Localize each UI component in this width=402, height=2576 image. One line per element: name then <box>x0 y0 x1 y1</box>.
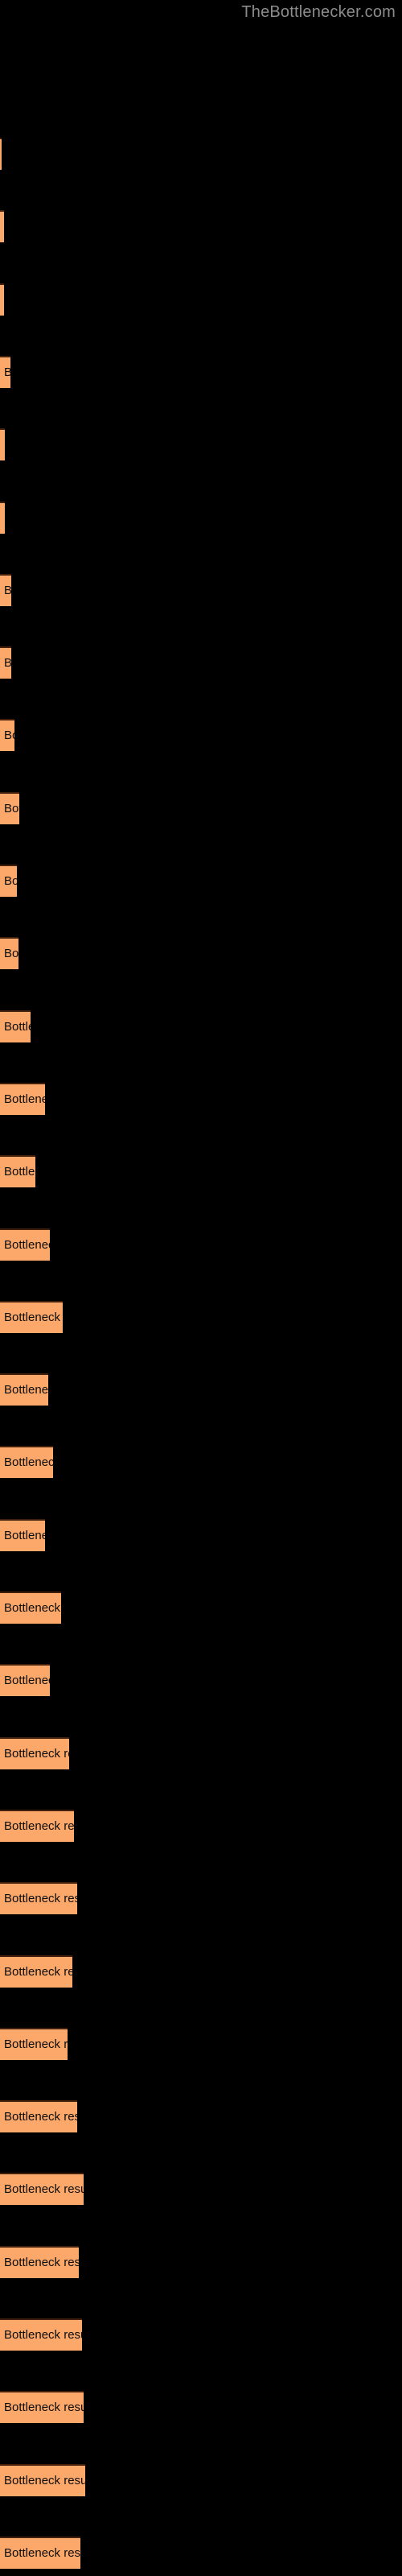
bar-label: Bottleneck result <box>4 1092 45 1106</box>
bar-label: Bottleneck result <box>4 1965 72 1979</box>
bar: Bottleneck result <box>0 283 4 316</box>
bar: Bottleneck result <box>0 1591 61 1624</box>
bar: Bottleneck result <box>0 719 14 751</box>
bar-label: Bottleneck result <box>4 1238 50 1252</box>
bar: Bottleneck result <box>0 1010 31 1042</box>
bar: Bottleneck result <box>0 1083 45 1115</box>
bar: Bottleneck result <box>0 2173 84 2205</box>
bar-label: Bottleneck result <box>4 2546 80 2560</box>
bar: Bottleneck result <box>0 646 11 679</box>
chart-root: TheBottlenecker.com Bottleneck resultBot… <box>0 0 402 2576</box>
bar-label: Bottleneck result <box>4 1819 74 1833</box>
bar-label: Bottleneck result <box>4 947 18 960</box>
bar: Bottleneck result <box>0 2537 80 2569</box>
bar-label: Bottleneck result <box>4 1529 45 1542</box>
bar: Bottleneck result <box>0 1155 35 1187</box>
bar: Bottleneck result <box>0 1664 50 1696</box>
bar: Bottleneck result <box>0 2464 85 2496</box>
bar: Bottleneck result <box>0 792 19 824</box>
bar: Bottleneck result <box>0 502 5 534</box>
bar-label: Bottleneck result <box>4 1165 35 1179</box>
bar: Bottleneck result <box>0 574 11 606</box>
bar: Bottleneck result <box>0 1810 74 1842</box>
bar: Bottleneck result <box>0 1955 72 1988</box>
bar-label: Bottleneck result <box>4 1383 48 1397</box>
bar-label: Bottleneck result <box>4 802 19 815</box>
bar: Bottleneck result <box>0 2391 84 2423</box>
bar: Bottleneck result <box>0 1373 48 1406</box>
bar-label: Bottleneck result <box>4 2474 85 2487</box>
bar-label: Bottleneck result <box>4 1020 31 1034</box>
bar-label: Bottleneck result <box>4 365 10 380</box>
bar: Bottleneck result <box>0 1737 69 1769</box>
bar: Bottleneck result <box>0 1301 63 1333</box>
bar-label: Bottleneck result <box>4 1455 53 1469</box>
bar-chart-plot-area: Bottleneck result Bottleneck result Bottle… <box>0 0 402 2576</box>
bar-label: Bottleneck result <box>4 1747 69 1761</box>
bar: Bottleneck result <box>0 2100 77 2132</box>
bar-label: Bottleneck result <box>4 2256 79 2269</box>
bar-label: Bottleneck result <box>4 438 5 452</box>
bar-label: Bottleneck result <box>4 2182 84 2196</box>
bar: Bottleneck result <box>0 865 17 897</box>
bar-label: Bottleneck result <box>4 2110 77 2124</box>
bar: Bottleneck result <box>0 2028 68 2060</box>
bar: Bottleneck result <box>0 1882 77 1914</box>
bar-label: Bottleneck result <box>4 656 11 671</box>
bar-label: Bottleneck result <box>4 2401 84 2414</box>
bar: Bottleneck result <box>0 138 2 170</box>
bar: Bottleneck result <box>0 428 5 460</box>
bar: Bottleneck result <box>0 1519 45 1551</box>
bar: Bottleneck result <box>0 2318 82 2351</box>
bar: Bottleneck result <box>0 2246 79 2278</box>
bar-label: Bottleneck result <box>4 1674 50 1687</box>
bar-label: Bottleneck result <box>4 729 14 742</box>
bar-label: Bottleneck result <box>4 1311 63 1324</box>
bar-label: Bottleneck result <box>4 1601 61 1615</box>
bar-label: Bottleneck result <box>4 874 17 888</box>
bar: Bottleneck result <box>0 1446 53 1478</box>
bar-label: Bottleneck result <box>4 584 11 598</box>
bar-label: Bottleneck result <box>4 1892 77 1905</box>
bar-label: Bottleneck result <box>4 2037 68 2051</box>
bar: Bottleneck result <box>0 1228 50 1261</box>
bar: Bottleneck result <box>0 210 4 242</box>
bar: Bottleneck result <box>0 937 18 969</box>
bar-label: Bottleneck result <box>4 511 5 526</box>
bar: Bottleneck result <box>0 356 10 388</box>
bar-label: Bottleneck result <box>4 2328 82 2342</box>
